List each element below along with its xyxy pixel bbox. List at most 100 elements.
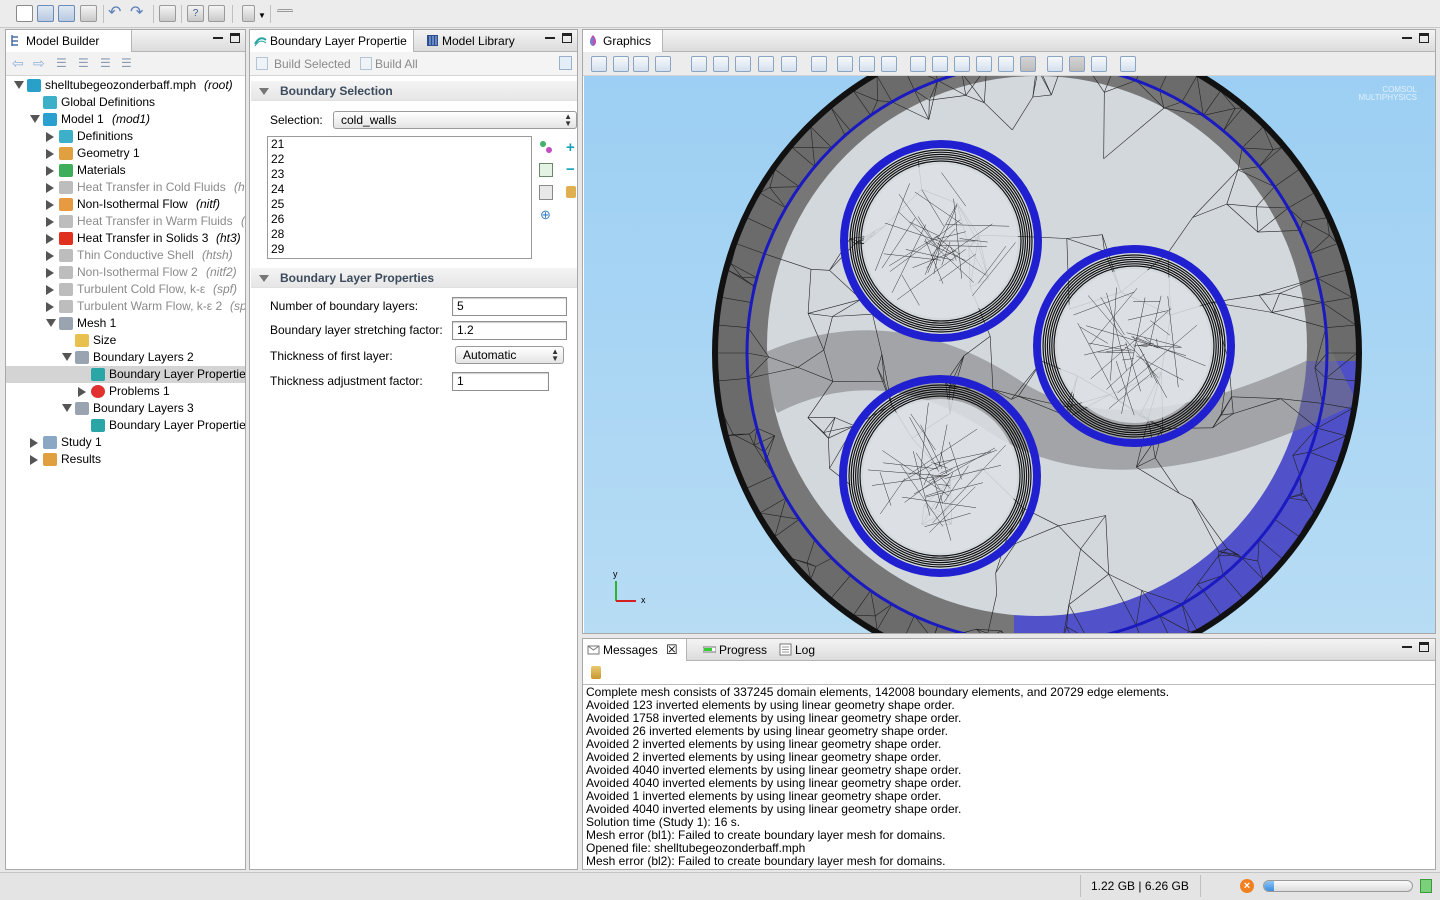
collapsed-arrow-icon[interactable] [46,132,54,142]
build-all-button[interactable]: Build All [375,57,418,71]
tree-item[interactable]: Study 1 [6,434,245,451]
tree-item[interactable]: Boundary Layer Propertie: [6,417,245,434]
collapsed-arrow-icon[interactable] [30,455,38,465]
view-2-icon[interactable] [932,56,948,72]
expanded-arrow-icon[interactable] [62,353,72,361]
tree-item[interactable]: Heat Transfer in Cold Fluids (ht [6,179,245,196]
collapsed-arrow-icon[interactable] [46,149,54,159]
tree-item[interactable]: Heat Transfer in Warm Fluids (h [6,213,245,230]
paste-icon[interactable] [539,185,553,200]
zoom-out-icon[interactable] [713,56,729,72]
progress-view-icon[interactable] [1420,879,1432,893]
stretch-factor-field[interactable]: 1.2 [452,321,567,340]
boundary-list[interactable]: 21 22 23 24 25 26 28 29 [267,136,532,259]
tab-progress[interactable]: Progress [699,639,771,661]
tree-item[interactable]: Geometry 1 [6,145,245,162]
boundary-list-item[interactable]: 23 [268,167,531,182]
minimize-icon[interactable] [545,33,555,39]
tree-item[interactable]: Materials [6,162,245,179]
collapsed-arrow-icon[interactable] [46,217,54,227]
tree-item[interactable]: Non-Isothermal Flow (nitf) [6,196,245,213]
expanded-arrow-icon[interactable] [46,319,56,327]
undo-icon[interactable]: ↶ [108,5,125,22]
tab-boundary-layer-properties[interactable]: Boundary Layer Propertie [250,30,414,52]
tree-item[interactable]: Thin Conductive Shell (htsh) [6,247,245,264]
tree-item[interactable]: shelltubegeozonderbaff.mph (root) [6,77,245,94]
boundary-list-item[interactable]: 28 [268,227,531,242]
tree-item[interactable]: Boundary Layers 3 [6,400,245,417]
collapse-icon[interactable]: ☰ [56,56,67,70]
collapsed-arrow-icon[interactable] [46,166,54,176]
remove-icon[interactable]: − [566,161,575,178]
tree-item[interactable]: Turbulent Cold Flow, k-ε (spf) [6,281,245,298]
expanded-arrow-icon[interactable] [30,115,40,123]
tree-item[interactable]: Results [6,451,245,468]
print-icon[interactable] [80,5,97,22]
save-icon[interactable] [58,5,75,22]
tab-log[interactable]: Log [775,639,821,661]
first-layer-dropdown[interactable]: Automatic ▲ ▼ [455,346,564,364]
boundary-layer-properties-section-header[interactable]: Boundary Layer Properties [251,268,577,288]
zoom-selected-icon[interactable] [758,56,774,72]
redo-icon[interactable]: ↷ [130,5,147,22]
screenshot-icon[interactable] [1120,56,1136,72]
tree-item[interactable]: Mesh 1 [6,315,245,332]
collapsed-arrow-icon[interactable] [46,251,54,261]
cancel-progress-icon[interactable]: × [1240,879,1254,893]
boundary-list-item[interactable]: 26 [268,212,531,227]
tab-model-builder[interactable]: Model Builder [6,30,132,52]
forward-arrow-icon[interactable]: ⇨ [33,55,45,72]
boundary-list-item[interactable]: 29 [268,242,531,257]
view-icon[interactable] [655,56,671,72]
expand-icon[interactable]: ☰ [78,56,89,70]
collapsed-arrow-icon[interactable] [46,200,54,210]
tab-messages[interactable]: Messages ☒ [583,639,687,661]
axis-icon[interactable] [811,56,827,72]
maximize-icon[interactable] [230,33,240,43]
zx-view-icon[interactable] [881,56,897,72]
scene-light-icon[interactable] [1047,56,1063,72]
transparency-icon[interactable] [1069,56,1085,72]
zoom-to-selection-icon[interactable]: ⊕ [540,207,551,223]
zoom-extents-icon[interactable] [781,56,797,72]
open-file-icon[interactable] [37,5,54,22]
tree-item[interactable]: Global Definitions [6,94,245,111]
chevron-down-icon[interactable]: ▼ [258,11,266,20]
boundary-list-item[interactable]: 21 [268,137,531,152]
minimize-icon[interactable] [213,33,223,39]
graphics-canvas[interactable]: COMSOL MULTIPHYSICS y x [584,76,1435,633]
adjust-factor-field[interactable]: 1 [452,372,549,391]
minimize-icon[interactable] [1402,642,1412,648]
collapsed-arrow-icon[interactable] [46,285,54,295]
collapsed-arrow-icon[interactable] [78,387,86,397]
rotate-icon[interactable] [633,56,649,72]
boundary-list-item[interactable]: 22 [268,152,531,167]
num-layers-field[interactable]: 5 [452,297,567,316]
tree-item[interactable]: Boundary Layers 2 [6,349,245,366]
wireframe-icon[interactable] [1091,56,1107,72]
collapsed-arrow-icon[interactable] [46,183,54,193]
tab-model-library[interactable]: Model Library [422,30,526,52]
add-icon[interactable]: + [566,139,575,156]
view-4-icon[interactable] [976,56,992,72]
xy-view-icon[interactable] [837,56,853,72]
select-icon[interactable] [591,56,607,72]
expanded-arrow-icon[interactable] [62,404,72,412]
collapsed-arrow-icon[interactable] [30,438,38,448]
layout-icon[interactable] [277,9,293,21]
boundary-list-item[interactable]: 24 [268,182,531,197]
boundary-selection-section-header[interactable]: Boundary Selection [251,81,577,101]
tree-item[interactable]: Turbulent Warm Flow, k-ε 2 (sp [6,298,245,315]
tree-item[interactable]: Definitions [6,128,245,145]
clear-messages-icon[interactable] [591,666,601,679]
collapsed-arrow-icon[interactable] [46,268,54,278]
zoom-box-icon[interactable] [735,56,751,72]
view-1-icon[interactable] [910,56,926,72]
maximize-icon[interactable] [1419,642,1429,652]
add-to-selection-icon[interactable] [539,163,553,177]
tree-item[interactable]: Model 1 (mod1) [6,111,245,128]
collapsed-arrow-icon[interactable] [46,234,54,244]
selection-dropdown[interactable]: cold_walls ▲ ▼ [333,111,577,129]
tree-item[interactable]: Non-Isothermal Flow 2 (nitf2) [6,264,245,281]
tree-item[interactable]: Heat Transfer in Solids 3 (ht3) [6,230,245,247]
